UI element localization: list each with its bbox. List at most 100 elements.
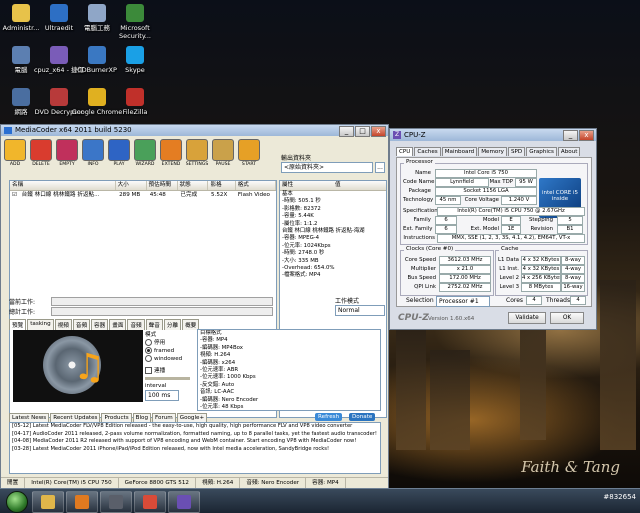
tab-1[interactable]: tasking xyxy=(27,319,54,330)
summary-panel[interactable]: 目標格式 -容器: MP4 -編碼器: MP4Box 視頻: H.264 -編碼器… xyxy=(197,329,381,411)
toolbar-wizard-button[interactable]: WIZARD xyxy=(133,139,157,167)
cache-size-value: 4 x 32 KBytes xyxy=(521,265,561,274)
tab-0[interactable]: 預覽 xyxy=(9,319,27,330)
intel-logo-text: intel CORE i5 inside xyxy=(541,190,579,202)
bus-speed-value: 172.00 MHz xyxy=(439,274,491,283)
revision-value: B1 xyxy=(557,225,583,234)
ok-button[interactable]: OK xyxy=(550,312,584,324)
cpuz-tab-caches[interactable]: Caches xyxy=(414,147,441,156)
file-list-column-header[interactable]: 狀態 xyxy=(178,181,209,190)
current-task-label: 當前工作: xyxy=(9,299,36,306)
file-list-column-header[interactable]: 名稱 xyxy=(10,181,116,190)
ext-family-value: 6 xyxy=(435,225,457,234)
news-panel[interactable]: [05-12] Latest MediaCoder FLV/VP8 Editio… xyxy=(9,422,381,474)
tab-7[interactable]: 聲音 xyxy=(145,319,163,330)
file-list-column-header[interactable]: 格式 xyxy=(236,181,276,190)
toolbar-empty-button[interactable]: EMPTY xyxy=(55,139,79,167)
cache-size-value: 8 MBytes xyxy=(521,283,561,292)
news-tab[interactable]: Google+ xyxy=(176,413,208,422)
tab-2[interactable]: 視頻 xyxy=(54,319,72,330)
toolbar-delete-button[interactable]: DELETE xyxy=(29,139,53,167)
news-item[interactable]: [04-08] MediaCoder 2011 R2 released with… xyxy=(10,438,380,446)
news-item[interactable]: [03-28] Latest MediaCoder 2011 iPhone/iP… xyxy=(10,446,380,454)
toolbar-settings-icon xyxy=(186,139,208,161)
news-tab[interactable]: Latest News xyxy=(9,413,50,422)
preview-mode-option[interactable]: 停用 xyxy=(145,339,190,347)
radio-button[interactable] xyxy=(145,339,152,346)
news-tab[interactable]: Blog xyxy=(132,413,152,422)
close-button[interactable]: x xyxy=(371,126,386,137)
news-tab[interactable]: Recent Updates xyxy=(50,413,101,422)
output-folder-input[interactable]: <原始資料夾> xyxy=(281,162,373,173)
cpuz-tab-graphics[interactable]: Graphics xyxy=(526,147,557,156)
work-type-select[interactable]: Normal xyxy=(335,305,385,316)
toolbar-start-button[interactable]: START xyxy=(237,139,261,167)
cpuz-close-button[interactable]: x xyxy=(579,130,594,141)
start-button[interactable] xyxy=(6,491,28,513)
maximize-button[interactable]: □ xyxy=(355,126,370,137)
properties-col-attr: 屬性 xyxy=(282,182,294,188)
file-list-column-header[interactable]: 預估時間 xyxy=(147,181,178,190)
tab-8[interactable]: 分離 xyxy=(163,319,182,330)
desktop-icon[interactable]: FileZilla xyxy=(104,88,166,116)
refresh-button[interactable]: Refresh xyxy=(315,413,343,421)
clocks-group: Clocks (Core #0) Core Speed 3612.03 MHz … xyxy=(400,246,494,296)
summary-line: 音訊: LC-AAC xyxy=(200,389,235,396)
selection-select[interactable]: Processor #1 xyxy=(436,296,490,307)
cpuz-window[interactable]: Z CPU-Z _ x CPU Caches Mainboard Memory SPD G… xyxy=(389,128,597,330)
taskbar-windows-explorer-button[interactable] xyxy=(32,491,64,513)
preview-mode-option[interactable]: framed xyxy=(145,347,190,355)
cpuz-tab-memory[interactable]: Memory xyxy=(478,147,507,156)
output-folder-label: 輸出資料夾 xyxy=(281,155,312,162)
toolbar-pause-button[interactable]: PAUSE xyxy=(211,139,235,167)
taskbar-chrome-button[interactable] xyxy=(134,491,166,513)
property-line: -時間: 505.1 秒 xyxy=(282,198,321,205)
mediacoder-titlebar[interactable]: MediaCoder x64 2011 build 5230 _ □ x xyxy=(1,125,388,137)
cpuz-tab-about[interactable]: About xyxy=(557,147,581,156)
taskbar-cpuz-button[interactable] xyxy=(168,491,200,513)
tab-6[interactable]: 音頻 xyxy=(127,319,145,330)
cpuz-tab-mainboard[interactable]: Mainboard xyxy=(441,147,478,156)
cpuz-minimize-button[interactable]: _ xyxy=(563,130,578,141)
toolbar-add-button[interactable]: ADD xyxy=(3,139,27,167)
properties-header: 屬性 值 xyxy=(280,181,386,191)
news-item[interactable]: [04-17] AudioCoder 2011 released, 2-pass… xyxy=(10,431,380,439)
toolbar-play-button[interactable]: PLAY xyxy=(107,139,131,167)
radio-button[interactable] xyxy=(145,347,152,354)
update-checkbox[interactable] xyxy=(145,367,152,374)
news-tab[interactable]: Forum xyxy=(152,413,176,422)
taskbar-mediacoder-button[interactable] xyxy=(100,491,132,513)
tab-3[interactable]: 音頻 xyxy=(72,319,91,330)
tab-4[interactable]: 容器 xyxy=(91,319,109,330)
cpuz-tab-spd[interactable]: SPD xyxy=(507,147,526,156)
ext-family-label: Ext. Family xyxy=(403,226,433,232)
window-title: MediaCoder x64 2011 build 5230 xyxy=(15,126,132,134)
toolbar-info-button[interactable]: INFO xyxy=(81,139,105,167)
donate-button[interactable]: Donate xyxy=(349,413,376,421)
validate-button[interactable]: Validate xyxy=(508,312,546,324)
mediacoder-window[interactable]: MediaCoder x64 2011 build 5230 _ □ x ADD… xyxy=(0,124,389,490)
news-tab[interactable]: Products xyxy=(101,413,132,422)
minimize-button[interactable]: _ xyxy=(339,126,354,137)
radio-button[interactable] xyxy=(145,355,152,362)
desktop-icon[interactable]: Skype xyxy=(104,46,166,74)
news-item[interactable]: [05-12] Latest MediaCoder FLV/VP8 Editio… xyxy=(10,423,380,431)
row-checkbox[interactable]: ☑ xyxy=(10,191,20,200)
tab-5[interactable]: 畫面 xyxy=(109,319,127,330)
file-list-column-header[interactable]: 影格 xyxy=(208,181,236,190)
cpuz-titlebar[interactable]: Z CPU-Z _ x xyxy=(390,129,596,141)
cpuz-tab-cpu[interactable]: CPU xyxy=(396,147,414,156)
toolbar-settings-button[interactable]: SETTINGS xyxy=(185,139,209,167)
taskbar-media-player-button[interactable] xyxy=(66,491,98,513)
browse-button[interactable]: ... xyxy=(375,162,385,173)
interval-select[interactable]: 100 ms xyxy=(145,390,179,401)
file-list-column-header[interactable]: 大小 xyxy=(116,181,147,190)
toolbar-extend-icon xyxy=(160,139,182,161)
toolbar-extend-button[interactable]: EXTEND xyxy=(159,139,183,167)
wallpaper-building xyxy=(600,280,636,450)
codename-label: Code Name xyxy=(403,179,435,185)
file-list-row[interactable]: ☑ 台鐵 林口線 桃林鐵路 折返點... 289 MB 45:48 已完成 5.52X Fl… xyxy=(10,191,276,200)
preview-mode-option[interactable]: windowed xyxy=(145,355,190,363)
interval-slider[interactable] xyxy=(145,377,190,380)
desktop-icon[interactable]: Microsoft Security... xyxy=(104,4,166,40)
